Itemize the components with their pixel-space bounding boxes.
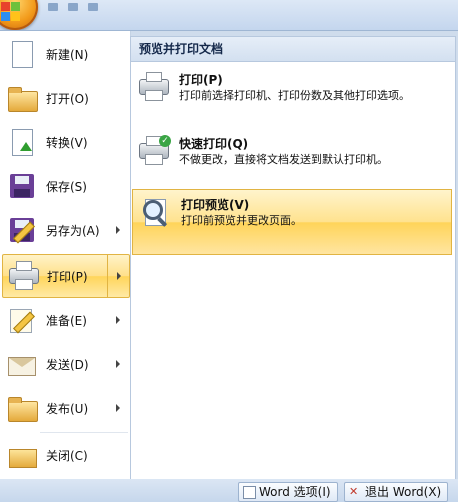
submenu-item-print[interactable]: 打印(P) 打印前选择打印机、打印份数及其他打印选项。 [131,65,453,125]
submenu-item-print-preview[interactable]: 打印预览(V) 打印前预览并更改页面。 [132,189,452,255]
button-label: 退出 Word(X) [365,485,442,499]
menu-item-label: 保存(S) [46,179,87,194]
chevron-right-icon [116,226,120,234]
chevron-right-icon [116,360,120,368]
menu-item-publish[interactable]: 发布(U) [2,387,128,429]
submenu-item-description: 打印前预览并更改页面。 [181,214,302,227]
office-menu-commands: 新建(N) 打开(O) 转换(V) 保存(S) 另存为(A) 打印(P) 准备(… [0,31,131,479]
button-label: Word 选项(I) [259,485,331,499]
chevron-right-icon [117,272,121,280]
exit-word-button[interactable]: ✕ 退出 Word(X) [344,482,449,502]
menu-item-new[interactable]: 新建(N) [2,33,128,75]
word-options-button[interactable]: Word 选项(I) [238,482,338,502]
send-icon [6,348,38,380]
office-logo-icon [1,2,21,22]
menu-item-label: 打开(O) [46,91,89,106]
new-document-icon [6,38,38,70]
save-as-icon [6,214,38,246]
menu-item-prepare[interactable]: 准备(E) [2,299,128,341]
close-folder-icon [6,439,38,471]
office-menu: 新建(N) 打开(O) 转换(V) 保存(S) 另存为(A) 打印(P) 准备(… [0,30,458,502]
menu-item-convert[interactable]: 转换(V) [2,121,128,163]
redo-qat-icon[interactable] [87,3,98,11]
convert-icon [6,126,38,158]
menu-item-label: 转换(V) [46,135,88,150]
undo-qat-icon[interactable] [67,3,78,11]
save-qat-icon[interactable] [48,3,58,11]
publish-icon [6,392,38,424]
menu-item-label: 新建(N) [46,47,89,62]
printer-icon [7,260,39,292]
print-submenu-panel: 预览并打印文档 打印(P) 打印前选择打印机、打印份数及其他打印选项。 ✓ 快速… [130,36,456,481]
menu-item-save-as[interactable]: 另存为(A) [2,209,128,251]
chevron-right-icon [116,404,120,412]
submenu-item-title: 打印预览(V) [181,198,250,212]
menu-footer: Word 选项(I) ✕ 退出 Word(X) [0,479,458,502]
submenu-item-description: 不做更改，直接将文档发送到默认打印机。 [179,153,388,166]
menu-item-send[interactable]: 发送(D) [2,343,128,385]
submenu-item-title: 打印(P) [179,73,223,87]
menu-item-print[interactable]: 打印(P) [2,254,130,298]
menu-item-label: 准备(E) [46,313,87,328]
open-folder-icon [6,82,38,114]
options-icon [243,486,256,499]
chevron-right-icon [116,316,120,324]
submenu-item-quick-print[interactable]: ✓ 快速打印(Q) 不做更改，直接将文档发送到默认打印机。 [131,129,453,181]
submenu-item-title: 快速打印(Q) [179,137,249,151]
prepare-icon [6,304,38,336]
title-bar [0,0,458,30]
menu-item-save[interactable]: 保存(S) [2,165,128,207]
menu-separator [40,432,128,433]
submenu-item-description: 打印前选择打印机、打印份数及其他打印选项。 [179,89,410,102]
office-button[interactable] [0,0,38,30]
panel-title: 预览并打印文档 [131,37,455,62]
menu-item-label: 打印(P) [47,269,88,284]
close-icon: ✕ [349,485,359,498]
menu-item-label: 发送(D) [46,357,89,372]
menu-item-label: 发布(U) [46,401,89,416]
check-icon: ✓ [159,135,171,147]
menu-item-open[interactable]: 打开(O) [2,77,128,119]
quick-access-toolbar [48,0,138,11]
save-disk-icon [6,170,38,202]
print-preview-icon [139,196,173,230]
menu-item-label: 另存为(A) [46,223,100,238]
menu-item-close[interactable]: 关闭(C) [2,434,128,476]
menu-item-label: 关闭(C) [46,448,88,463]
quick-print-icon: ✓ [137,135,171,169]
printer-icon [137,71,171,105]
